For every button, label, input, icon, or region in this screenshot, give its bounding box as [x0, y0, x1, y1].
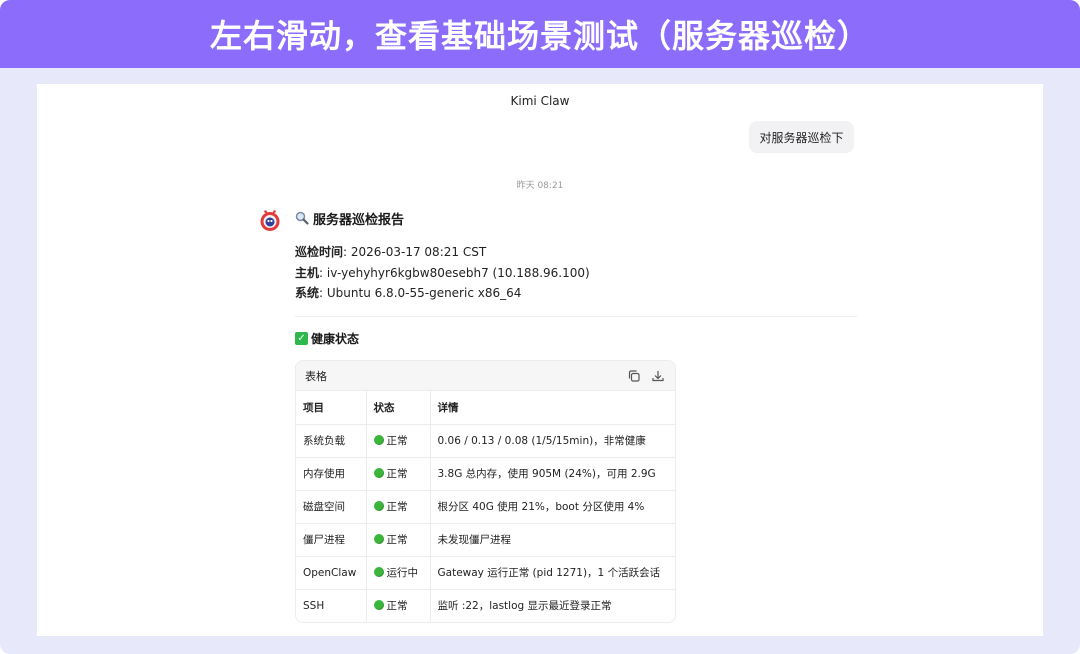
copy-icon[interactable] [627, 369, 641, 383]
meta-label: 主机 [295, 265, 320, 280]
meta-label: 巡检时间 [295, 245, 344, 259]
cell-detail: 0.06 / 0.13 / 0.08 (1/5/15min)，非常健康 [429, 424, 675, 458]
meta-value: : iv-yehyhyr6kgbw80esebh7 (10.188.96.100… [319, 265, 590, 280]
meta-inspection-time: 巡检时间: 2026-03-17 08:21 CST [295, 242, 857, 263]
meta-system: 系统: Ubuntu 6.8.0-55-generic x86_64 [295, 283, 857, 304]
cell-status: 运行中 [365, 556, 430, 590]
assistant-avatar-icon[interactable] [258, 208, 282, 232]
cell-item: SSH [303, 599, 325, 612]
cell-status: 正常 [365, 523, 430, 557]
section-divider [295, 315, 857, 317]
status-ok-icon [373, 468, 384, 478]
health-table-card: 表格 项目 状态 详情 系统负载 正常 0.06 / 0.13 / 0.08 (… [295, 360, 676, 623]
status-text: 运行中 [386, 567, 419, 579]
meta-host: 主机: iv-yehyhyr6kgbw80esebh7 (10.188.96.1… [295, 263, 857, 284]
cell-detail: 根分区 40G 使用 21%，boot 分区使用 4% [429, 490, 675, 524]
message-timestamp: 昨天 08:21 [516, 181, 564, 191]
status-text: 正常 [386, 435, 408, 447]
health-status-text: 健康状态 [311, 332, 360, 346]
status-text: 正常 [386, 468, 408, 480]
table-label: 表格 [305, 369, 327, 383]
table-row: 磁盘空间 正常 根分区 40G 使用 21%，boot 分区使用 4% [296, 490, 675, 524]
status-ok-icon [373, 501, 384, 511]
download-icon[interactable] [651, 369, 665, 383]
status-text: 正常 [386, 501, 408, 513]
magnifier-icon [295, 211, 309, 225]
header-item: 项目 [296, 391, 366, 425]
cell-status: 正常 [365, 424, 430, 458]
table-row: SSH 正常 监听 :22，lastlog 显示最近登录正常 [296, 589, 675, 622]
screenshot-frame: 左右滑动，查看基础场景测试（服务器巡检） Kimi Claw 对服务器巡检下 昨… [0, 0, 1080, 654]
status-ok-icon [373, 534, 384, 544]
health-status-heading: ✓ 健康状态 [295, 331, 857, 347]
health-table: 项目 状态 详情 系统负载 正常 0.06 / 0.13 / 0.08 (1/5… [296, 391, 675, 622]
table-tools [627, 369, 665, 383]
check-mark-icon: ✓ [295, 332, 308, 345]
table-row: 僵尸进程 正常 未发现僵尸进程 [296, 523, 675, 557]
report-title-text: 服务器巡检报告 [313, 212, 405, 228]
cell-detail: 3.8G 总内存，使用 905M (24%)，可用 2.9G [429, 457, 675, 491]
cell-detail: 监听 :22，lastlog 显示最近登录正常 [429, 589, 675, 622]
cell-status: 正常 [365, 490, 430, 524]
chat-panel: Kimi Claw 对服务器巡检下 昨天 08:21 服务器巡检报告 巡检时间:… [37, 84, 1043, 636]
status-text: 正常 [386, 534, 408, 546]
meta-value: : Ubuntu 6.8.0-55-generic x86_64 [319, 286, 522, 300]
app-title: Kimi Claw [510, 94, 570, 108]
cell-item: 系统负载 [296, 424, 366, 458]
cell-item: 僵尸进程 [296, 523, 366, 557]
header-status: 状态 [365, 391, 430, 425]
assistant-report: 服务器巡检报告 巡检时间: 2026-03-17 08:21 CST 主机: i… [295, 208, 857, 623]
cell-detail: Gateway 运行正常 (pid 1271)，1 个活跃会话 [429, 556, 675, 590]
cell-item: OpenClaw [296, 556, 366, 590]
banner: 左右滑动，查看基础场景测试（服务器巡检） [0, 0, 1080, 68]
cell-detail: 未发现僵尸进程 [429, 523, 675, 557]
table-row: OpenClaw 运行中 Gateway 运行正常 (pid 1271)，1 个… [296, 556, 675, 590]
meta-value: : 2026-03-17 08:21 CST [343, 245, 487, 259]
report-title: 服务器巡检报告 [295, 208, 857, 228]
table-row: 内存使用 正常 3.8G 总内存，使用 905M (24%)，可用 2.9G [296, 457, 675, 491]
user-message-bubble: 对服务器巡检下 [749, 121, 854, 153]
status-ok-icon [373, 567, 384, 577]
banner-title: 左右滑动，查看基础场景测试（服务器巡检） [209, 17, 870, 55]
meta-label: 系统 [295, 286, 320, 300]
status-ok-icon [373, 435, 384, 445]
report-meta: 巡检时间: 2026-03-17 08:21 CST 主机: iv-yehyhy… [295, 242, 857, 304]
table-toolbar: 表格 [296, 361, 675, 391]
cell-status: 正常 [365, 457, 430, 491]
table-row: 系统负载 正常 0.06 / 0.13 / 0.08 (1/5/15min)，非… [296, 424, 675, 458]
cell-item: 内存使用 [296, 457, 366, 491]
status-text: 正常 [386, 600, 408, 613]
cell-item: 磁盘空间 [296, 490, 366, 524]
table-header-row: 项目 状态 详情 [296, 391, 675, 425]
status-ok-icon [373, 600, 384, 611]
cell-status: 正常 [365, 589, 430, 622]
header-detail: 详情 [429, 391, 675, 425]
